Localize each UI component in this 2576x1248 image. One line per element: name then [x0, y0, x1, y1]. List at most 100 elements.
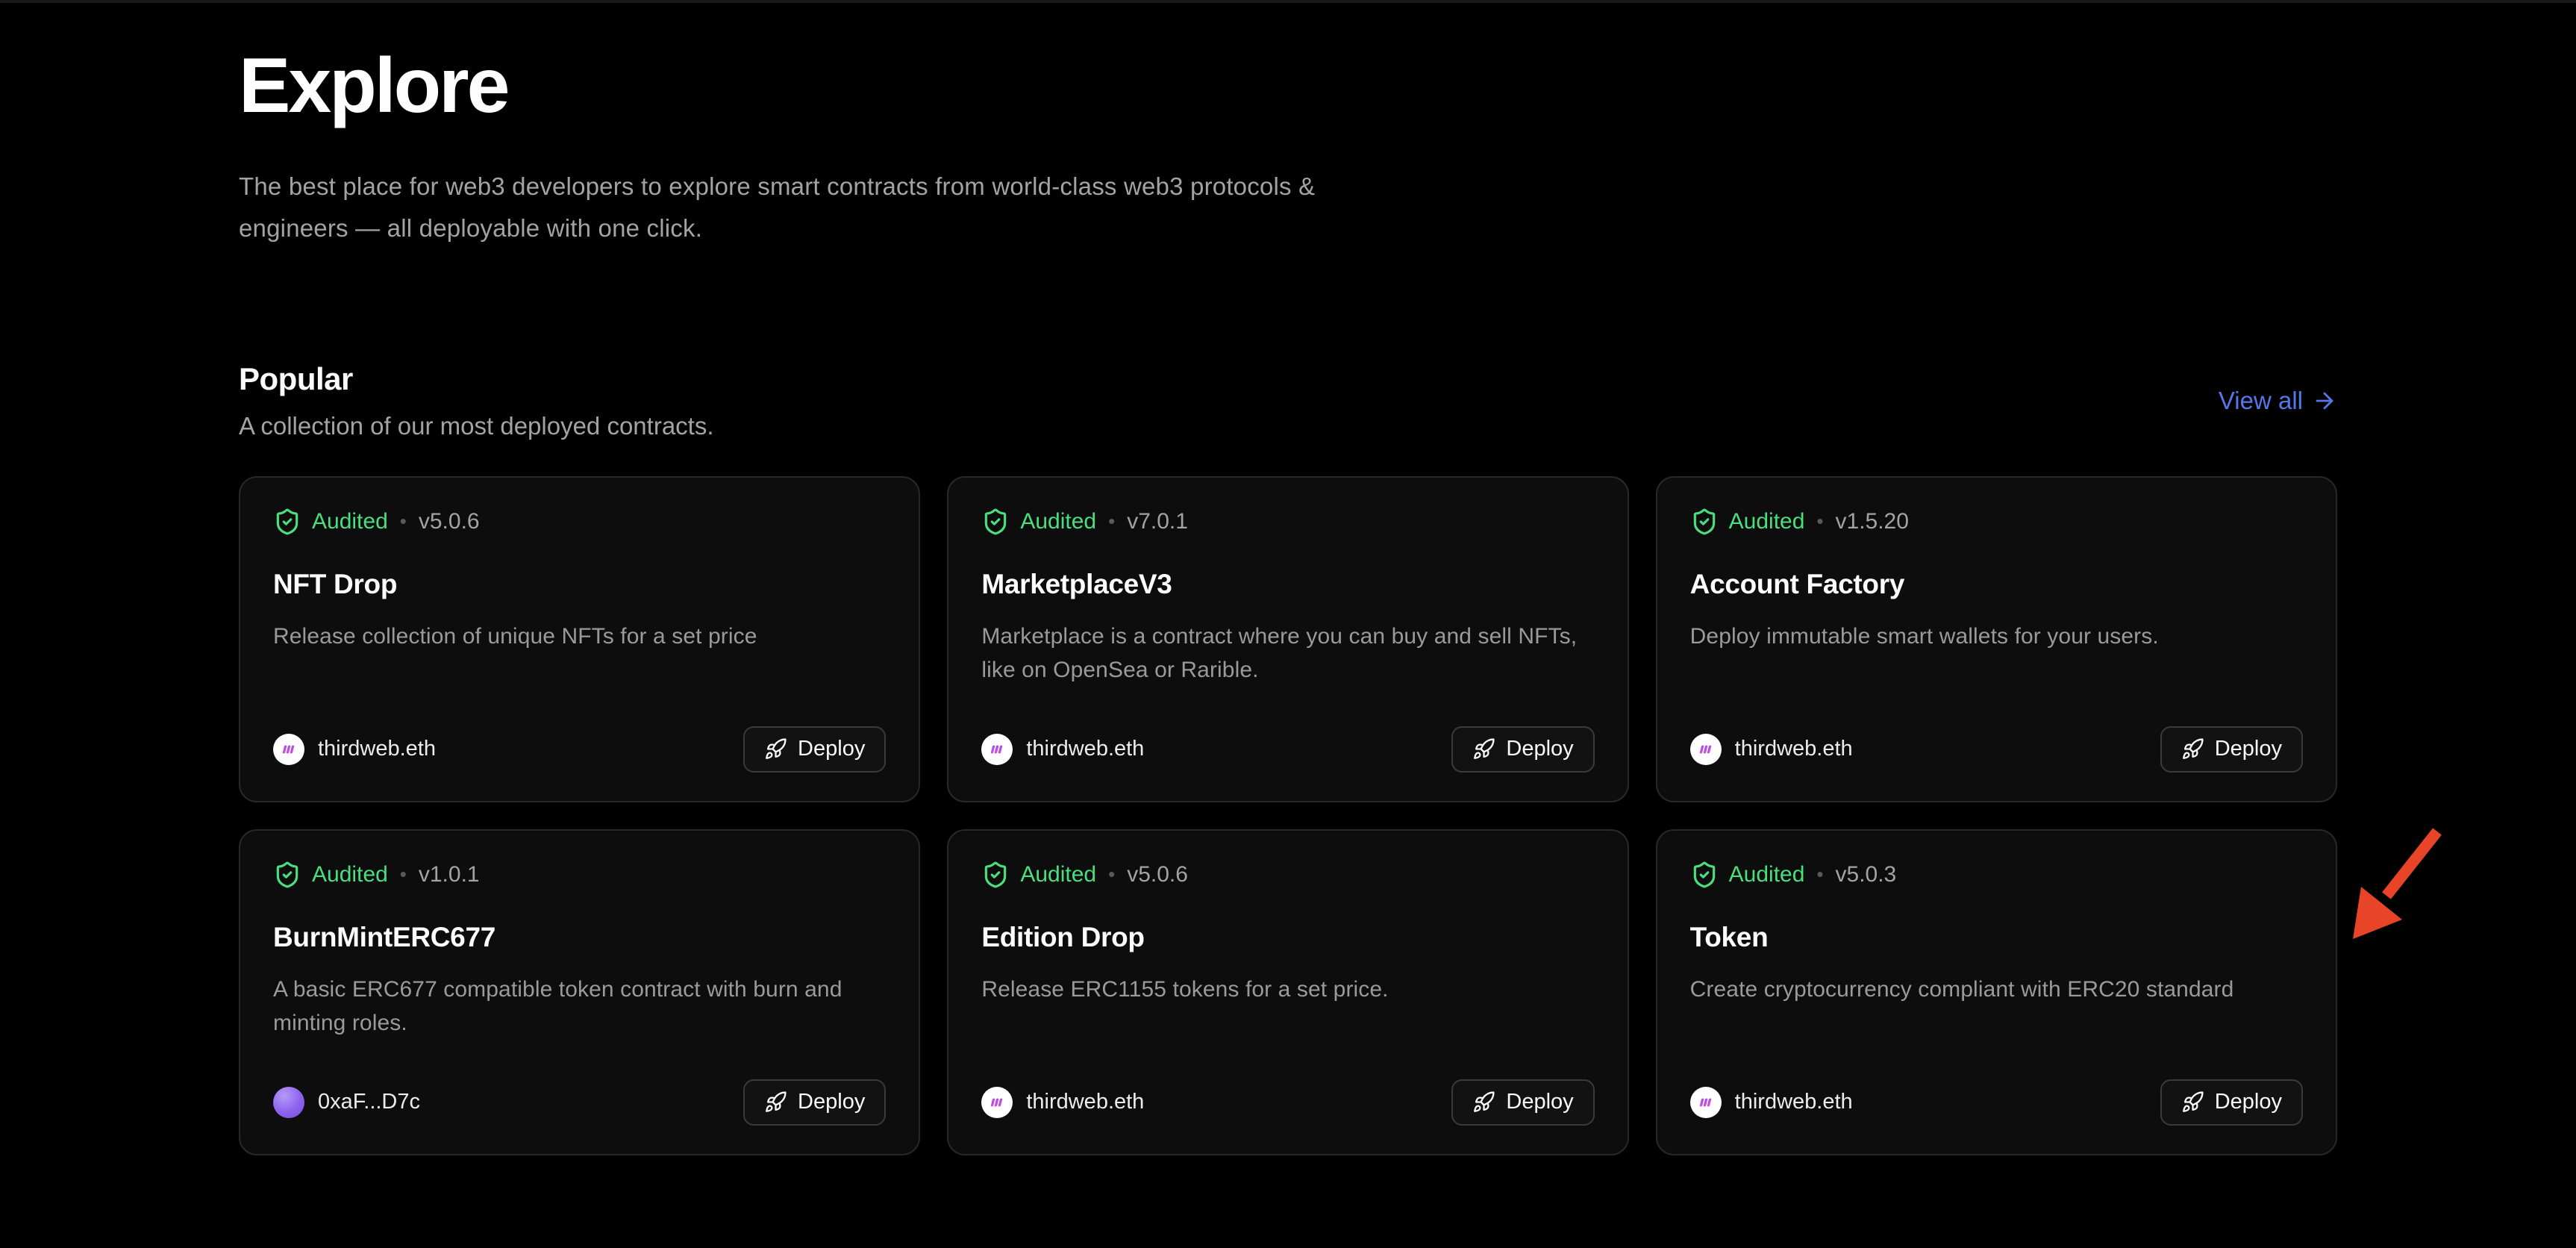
deploy-button[interactable]: Deploy	[743, 726, 886, 773]
arrow-right-icon	[2312, 388, 2337, 414]
red-arrow-annotation-icon	[2328, 820, 2463, 954]
card-footer: 0xaF...D7c Deploy	[273, 1079, 886, 1126]
badge-row: Audited • v5.0.6	[273, 508, 886, 536]
explore-page: Explore The best place for web3 develope…	[239, 42, 2337, 1155]
badge-row: Audited • v5.0.3	[1690, 861, 2303, 889]
contract-version: v7.0.1	[1127, 509, 1188, 534]
shield-check-icon	[273, 508, 301, 536]
badge-row: Audited • v1.0.1	[273, 861, 886, 889]
contract-title: BurnMintERC677	[273, 922, 886, 953]
separator-dot: •	[400, 510, 407, 533]
rocket-icon	[2181, 737, 2204, 761]
deploy-button[interactable]: Deploy	[2160, 1079, 2303, 1126]
publisher-link[interactable]: thirdweb.eth	[1690, 1087, 1853, 1118]
deploy-label: Deploy	[1506, 1090, 1573, 1114]
view-all-link[interactable]: View all	[2219, 387, 2337, 415]
contract-description: Release ERC1155 tokens for a set price.	[981, 973, 1594, 1006]
badge-row: Audited • v1.5.20	[1690, 508, 2303, 536]
contract-card-nft-drop[interactable]: Audited • v5.0.6 NFT Drop Release collec…	[239, 476, 920, 802]
thirdweb-avatar	[273, 734, 304, 765]
audited-badge: Audited	[1020, 862, 1096, 887]
separator-dot: •	[1816, 863, 1823, 886]
contract-card-account-factory[interactable]: Audited • v1.5.20 Account Factory Deploy…	[1656, 476, 2337, 802]
deploy-button[interactable]: Deploy	[1451, 726, 1594, 773]
deploy-label: Deploy	[798, 737, 865, 761]
shield-check-icon	[981, 508, 1010, 536]
rocket-icon	[2181, 1091, 2204, 1114]
publisher-name: thirdweb.eth	[1735, 737, 1853, 761]
contract-card-token[interactable]: Audited • v5.0.3 Token Create cryptocurr…	[1656, 829, 2337, 1155]
deploy-button[interactable]: Deploy	[1451, 1079, 1594, 1126]
audited-badge: Audited	[1729, 509, 1805, 534]
deploy-label: Deploy	[2215, 1090, 2282, 1114]
contract-title: Edition Drop	[981, 922, 1594, 953]
page-title: Explore	[239, 42, 2337, 131]
shield-check-icon	[981, 861, 1010, 889]
separator-dot: •	[1108, 863, 1115, 886]
separator-dot: •	[1108, 510, 1115, 533]
thirdweb-avatar	[981, 1087, 1013, 1118]
contract-card-edition-drop[interactable]: Audited • v5.0.6 Edition Drop Release ER…	[947, 829, 1628, 1155]
rocket-icon	[1472, 1091, 1495, 1114]
page-subtitle: The best place for web3 developers to ex…	[239, 166, 1358, 249]
card-footer: thirdweb.eth Deploy	[981, 726, 1594, 773]
popular-subheading: A collection of our most deployed contra…	[239, 412, 714, 440]
contract-version: v5.0.6	[419, 509, 480, 534]
contract-version: v1.5.20	[1836, 509, 1909, 534]
contract-card-burnminterc677[interactable]: Audited • v1.0.1 BurnMintERC677 A basic …	[239, 829, 920, 1155]
deploy-button[interactable]: Deploy	[2160, 726, 2303, 773]
contract-description: Deploy immutable smart wallets for your …	[1690, 620, 2303, 653]
popular-heading: Popular	[239, 361, 714, 397]
audited-badge: Audited	[312, 509, 388, 534]
contract-description: Release collection of unique NFTs for a …	[273, 620, 886, 653]
publisher-link[interactable]: 0xaF...D7c	[273, 1087, 420, 1118]
card-footer: thirdweb.eth Deploy	[1690, 1079, 2303, 1126]
card-footer: thirdweb.eth Deploy	[273, 726, 886, 773]
view-all-label: View all	[2219, 387, 2303, 415]
publisher-name: thirdweb.eth	[1026, 1090, 1144, 1114]
contract-card-marketplacev3[interactable]: Audited • v7.0.1 MarketplaceV3 Marketpla…	[947, 476, 1628, 802]
publisher-name: thirdweb.eth	[1735, 1090, 1853, 1114]
separator-dot: •	[400, 863, 407, 886]
shield-check-icon	[1690, 861, 1719, 889]
contract-title: Token	[1690, 922, 2303, 953]
deploy-label: Deploy	[798, 1090, 865, 1114]
contract-description: Marketplace is a contract where you can …	[981, 620, 1594, 687]
badge-row: Audited • v5.0.6	[981, 861, 1594, 889]
separator-dot: •	[1816, 510, 1823, 533]
contract-description: Create cryptocurrency compliant with ERC…	[1690, 973, 2303, 1006]
contract-title: MarketplaceV3	[981, 569, 1594, 600]
publisher-name: thirdweb.eth	[318, 737, 436, 761]
popular-section-header: Popular A collection of our most deploye…	[239, 361, 2337, 440]
rocket-icon	[764, 737, 787, 761]
address-avatar	[273, 1087, 304, 1118]
card-footer: thirdweb.eth Deploy	[1690, 726, 2303, 773]
popular-heading-block: Popular A collection of our most deploye…	[239, 361, 714, 440]
contract-title: Account Factory	[1690, 569, 2303, 600]
deploy-label: Deploy	[2215, 737, 2282, 761]
audited-badge: Audited	[1020, 509, 1096, 534]
deploy-label: Deploy	[1506, 737, 1573, 761]
contract-version: v5.0.3	[1836, 862, 1897, 887]
deploy-button[interactable]: Deploy	[743, 1079, 886, 1126]
rocket-icon	[1472, 737, 1495, 761]
publisher-name: thirdweb.eth	[1026, 737, 1144, 761]
audited-badge: Audited	[1729, 862, 1805, 887]
card-footer: thirdweb.eth Deploy	[981, 1079, 1594, 1126]
publisher-link[interactable]: thirdweb.eth	[1690, 734, 1853, 765]
contract-title: NFT Drop	[273, 569, 886, 600]
thirdweb-avatar	[1690, 734, 1722, 765]
thirdweb-avatar	[1690, 1087, 1722, 1118]
publisher-link[interactable]: thirdweb.eth	[981, 734, 1144, 765]
publisher-link[interactable]: thirdweb.eth	[981, 1087, 1144, 1118]
rocket-icon	[764, 1091, 787, 1114]
popular-cards-grid: Audited • v5.0.6 NFT Drop Release collec…	[239, 476, 2337, 1155]
contract-version: v1.0.1	[419, 862, 480, 887]
top-hairline	[0, 0, 2576, 3]
thirdweb-avatar	[981, 734, 1013, 765]
audited-badge: Audited	[312, 862, 388, 887]
shield-check-icon	[273, 861, 301, 889]
publisher-link[interactable]: thirdweb.eth	[273, 734, 436, 765]
publisher-name: 0xaF...D7c	[318, 1090, 420, 1114]
shield-check-icon	[1690, 508, 1719, 536]
